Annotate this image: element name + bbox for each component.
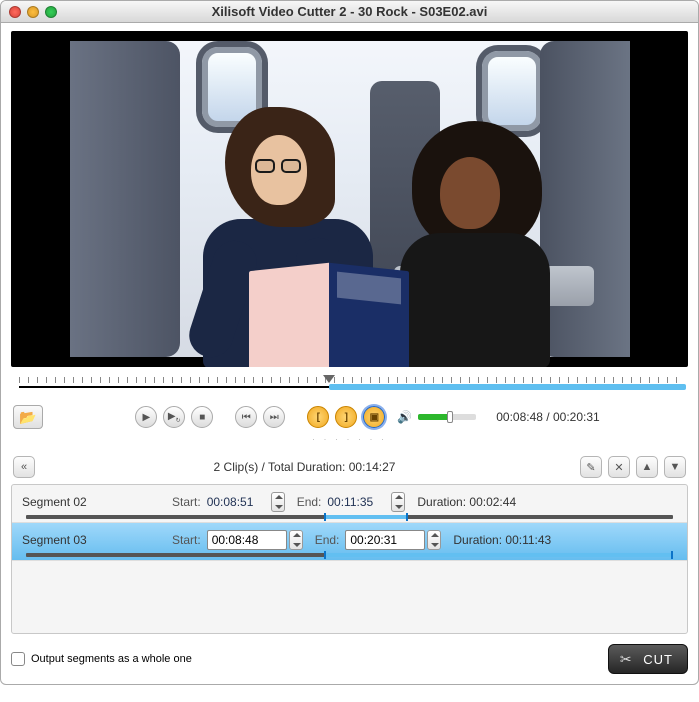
move-down-button[interactable]: ▼ xyxy=(664,456,686,478)
delete-clip-button[interactable]: ✕ xyxy=(608,456,630,478)
set-end-button[interactable]: ] xyxy=(335,406,357,428)
prev-frame-button[interactable]: ⏮ xyxy=(235,406,257,428)
next-icon: ⏭ xyxy=(270,412,279,423)
delete-icon: ✕ xyxy=(614,461,623,474)
play-icon: ▶ xyxy=(142,412,150,423)
next-frame-button[interactable]: ⏭ xyxy=(263,406,285,428)
panel-divider: · · · · · · · xyxy=(11,434,688,444)
play-loop-icon: ▶↻ xyxy=(168,411,181,424)
play-button[interactable]: ▶ xyxy=(135,406,157,428)
segment-range-bar xyxy=(26,553,673,557)
close-window-button[interactable] xyxy=(9,6,21,18)
scissors-icon: ✂ xyxy=(617,650,635,668)
segment-start-input[interactable] xyxy=(207,530,287,550)
stop-button[interactable]: ■ xyxy=(191,406,213,428)
chevron-down-icon: ▼ xyxy=(670,461,681,473)
time-display: 00:08:48 / 00:20:31 xyxy=(496,410,599,424)
play-loop-button[interactable]: ▶↻ xyxy=(163,406,185,428)
chevron-up-icon: ▲ xyxy=(642,461,653,473)
segment-duration: Duration: 00:02:44 xyxy=(417,495,516,509)
segment-end-value: 00:11:35 xyxy=(327,495,387,509)
video-preview[interactable] xyxy=(11,31,688,367)
prev-icon: ⏮ xyxy=(242,412,251,423)
timeline-playhead[interactable] xyxy=(323,375,335,383)
bracket-end-icon: ] xyxy=(345,412,348,423)
window-title: Xilisoft Video Cutter 2 - 30 Rock - S03E… xyxy=(1,4,698,19)
segment-end-input[interactable] xyxy=(345,530,425,550)
set-start-button[interactable]: [ xyxy=(307,406,329,428)
new-clip-button[interactable]: ✎ xyxy=(580,456,602,478)
segment-list[interactable]: Segment 02Start:00:08:51End:00:11:35Dura… xyxy=(11,484,688,634)
bracket-start-icon: [ xyxy=(317,412,320,423)
folder-icon: 📂 xyxy=(19,409,36,426)
new-segment-button[interactable]: ▣ xyxy=(363,406,385,428)
segment-duration: Duration: 00:11:43 xyxy=(453,533,551,547)
zoom-window-button[interactable] xyxy=(45,6,57,18)
cut-button-label: CUT xyxy=(643,652,673,667)
titlebar[interactable]: Xilisoft Video Cutter 2 - 30 Rock - S03E… xyxy=(1,1,698,23)
timeline[interactable] xyxy=(13,377,686,399)
minimize-window-button[interactable] xyxy=(27,6,39,18)
move-up-button[interactable]: ▲ xyxy=(636,456,658,478)
output-whole-label: Output segments as a whole one xyxy=(31,653,192,665)
segment-add-icon: ▣ xyxy=(370,412,379,423)
segment-start-value: 00:08:51 xyxy=(207,495,267,509)
volume-handle[interactable] xyxy=(447,411,453,423)
collapse-panel-button[interactable]: « xyxy=(13,456,35,478)
start-stepper[interactable] xyxy=(271,492,285,512)
start-stepper[interactable] xyxy=(289,530,303,550)
end-stepper[interactable] xyxy=(391,492,405,512)
clip-summary: 2 Clip(s) / Total Duration: 00:14:27 xyxy=(35,460,574,474)
end-label: End: xyxy=(315,533,340,547)
end-label: End: xyxy=(297,495,322,509)
output-whole-checkbox[interactable] xyxy=(11,652,25,666)
segment-name: Segment 02 xyxy=(22,495,172,509)
video-frame xyxy=(70,41,630,357)
start-label: Start: xyxy=(172,533,201,547)
volume-slider[interactable] xyxy=(418,414,476,420)
end-stepper[interactable] xyxy=(427,530,441,550)
segment-row[interactable]: Segment 02Start: 00:08:51 End: 00:11:35 Dura… xyxy=(12,485,687,523)
chevron-up-double-icon: « xyxy=(21,461,27,473)
timeline-selection[interactable] xyxy=(329,384,686,390)
stop-icon: ■ xyxy=(199,412,205,423)
segment-name: Segment 03 xyxy=(22,533,172,547)
segment-range-bar xyxy=(26,515,673,519)
volume-icon[interactable]: 🔊 xyxy=(397,410,412,424)
cut-button[interactable]: ✂ CUT xyxy=(608,644,688,674)
open-file-button[interactable]: 📂 xyxy=(13,405,43,429)
start-label: Start: xyxy=(172,495,201,509)
document-add-icon: ✎ xyxy=(586,461,595,474)
segment-row[interactable]: Segment 03Start: End: Duration: 00:11:43 xyxy=(12,523,687,561)
